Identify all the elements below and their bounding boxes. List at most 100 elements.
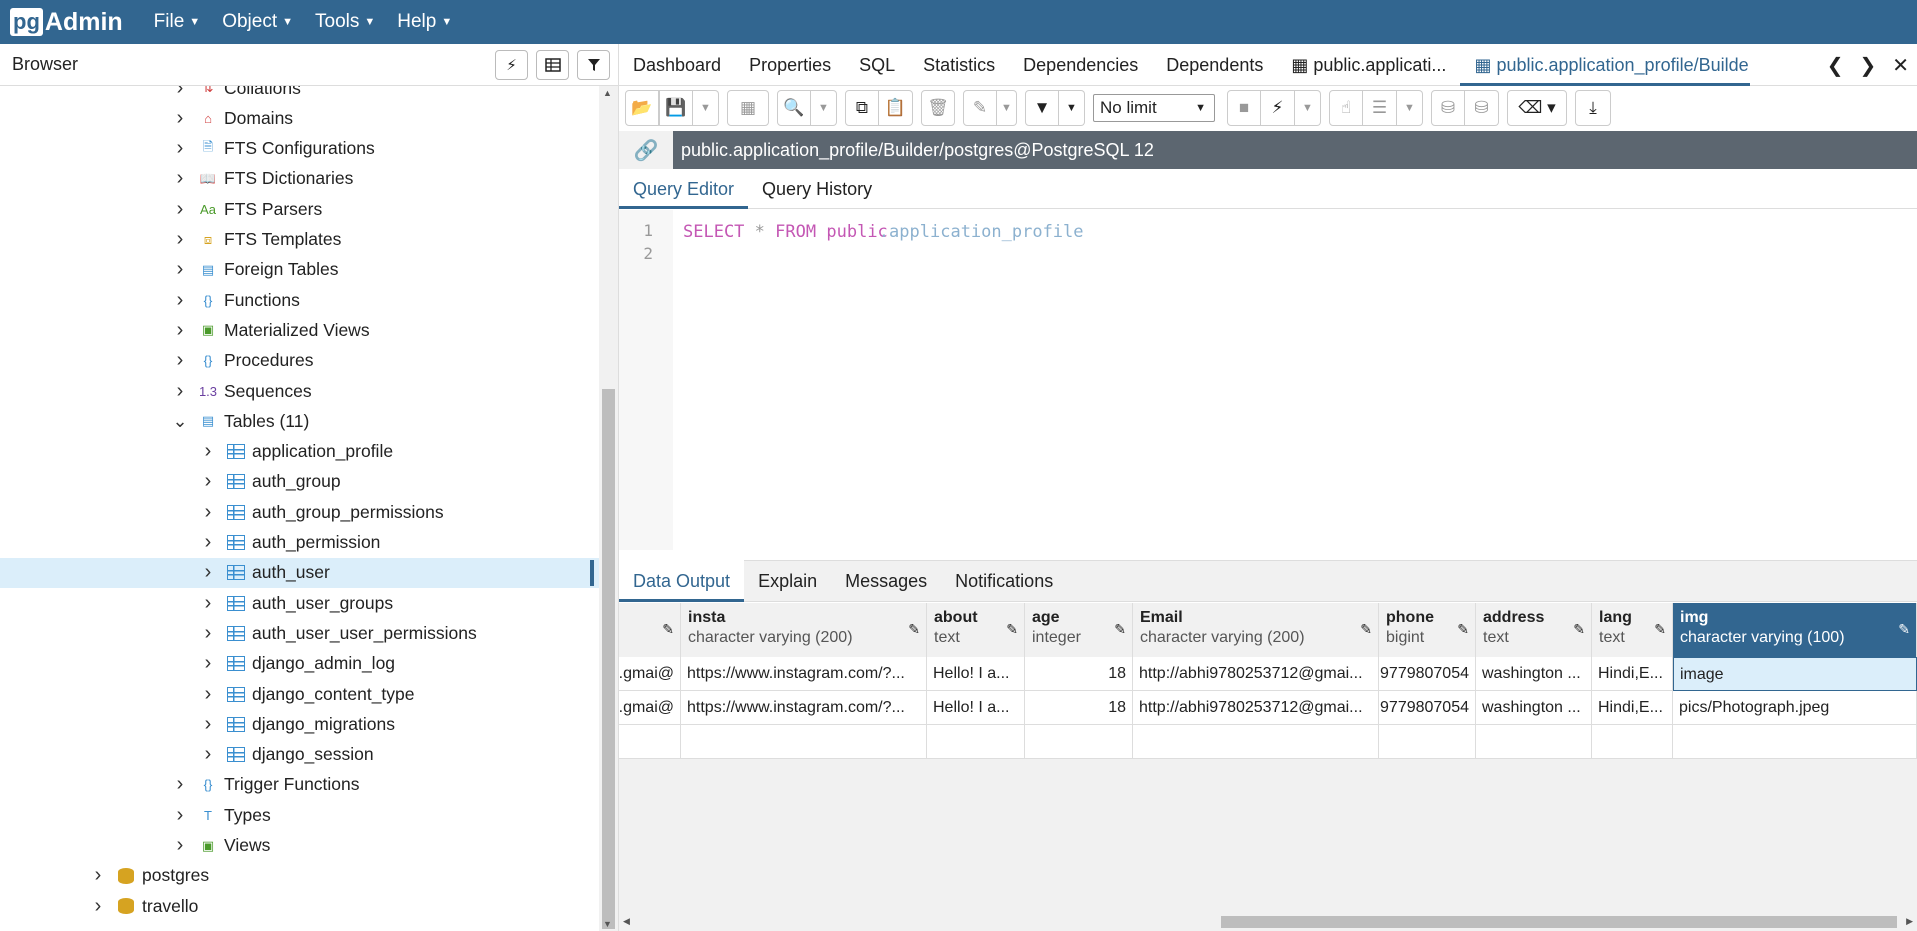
empty-cell[interactable]	[1133, 725, 1379, 759]
output-tab-1[interactable]: Explain	[744, 560, 831, 602]
tab-5[interactable]: Dependents	[1152, 44, 1277, 86]
grid-horizontal-scrollbar[interactable]: ◀ ▶	[619, 913, 1917, 931]
stop-button[interactable]: ■	[1227, 90, 1261, 126]
sql-code-line[interactable]: SELECT * FROM public.application_profile	[683, 222, 1084, 242]
empty-cell[interactable]	[1025, 725, 1133, 759]
tree-node[interactable]: › django_admin_log	[0, 649, 600, 679]
clear-button[interactable]: ⌫ ▾	[1507, 90, 1567, 126]
tree-node[interactable]: › {} Trigger Functions	[0, 770, 600, 800]
tree-node[interactable]: › ▤ Foreign Tables	[0, 255, 600, 285]
scroll-up-arrow[interactable]: ▲	[603, 88, 612, 98]
grid-scroll-thumb[interactable]	[1221, 916, 1897, 928]
tree-node[interactable]: › auth_user_user_permissions	[0, 618, 600, 648]
tree-node[interactable]: › Aa FTS Parsers	[0, 194, 600, 224]
query-tool-button[interactable]: ⚡	[495, 49, 528, 80]
tree-node[interactable]: › ▣ Views	[0, 831, 600, 861]
column-header[interactable]: age integer ✎	[1025, 603, 1133, 657]
table-cell[interactable]: Hello! I a...	[927, 657, 1025, 691]
chevron-right-icon[interactable]: ›	[200, 501, 216, 524]
tree-node[interactable]: › django_migrations	[0, 709, 600, 739]
chevron-right-icon[interactable]: ›	[200, 622, 216, 645]
chevron-right-icon[interactable]: ›	[172, 167, 188, 190]
empty-cell[interactable]	[619, 725, 681, 759]
tab-0[interactable]: Dashboard	[619, 44, 735, 86]
tree-scrollbar[interactable]: ▲ ▼	[599, 86, 618, 931]
connection-status-icon[interactable]: 🔗	[619, 131, 673, 169]
table-cell[interactable]: Hello! I a...	[927, 691, 1025, 725]
table-cell[interactable]: 18	[1025, 657, 1133, 691]
table-cell[interactable]: Hindi,E...	[1592, 691, 1673, 725]
chevron-right-icon[interactable]: ›	[172, 137, 188, 160]
chevron-right-icon[interactable]: ›	[172, 380, 188, 403]
chevron-right-icon[interactable]: ›	[200, 713, 216, 736]
chevron-right-icon[interactable]: ›	[172, 107, 188, 130]
filter-dropdown-button[interactable]: ▼	[1059, 90, 1085, 126]
chevron-right-icon[interactable]: ›	[172, 258, 188, 281]
tab-3[interactable]: Statistics	[909, 44, 1009, 86]
chevron-right-icon[interactable]: ›	[172, 228, 188, 251]
column-header[interactable]: Email character varying (200) ✎	[1133, 603, 1379, 657]
chevron-down-icon[interactable]: ⌄	[172, 411, 188, 432]
delete-button[interactable]: 🗑	[921, 90, 955, 126]
chevron-right-icon[interactable]: ›	[200, 592, 216, 615]
chevron-right-icon[interactable]: ❯	[1859, 53, 1876, 78]
column-header[interactable]: phone bigint ✎	[1379, 603, 1476, 657]
tree-node[interactable]: › ⌂ Domains	[0, 103, 600, 133]
scroll-left-arrow[interactable]: ◀	[623, 916, 630, 927]
table-cell[interactable]: http://abhi9780253712@gmai...	[1133, 691, 1379, 725]
tree-node[interactable]: › ⧈ FTS Templates	[0, 225, 600, 255]
tab-6[interactable]: ▦ public.applicati...	[1277, 44, 1460, 86]
tree-node[interactable]: › django_session	[0, 740, 600, 770]
tree-node[interactable]: › auth_permission	[0, 528, 600, 558]
execute-button[interactable]: ⚡	[1261, 90, 1295, 126]
chevron-right-icon[interactable]: ›	[172, 804, 188, 827]
view-data-button[interactable]	[536, 49, 569, 80]
column-header[interactable]: about text ✎	[927, 603, 1025, 657]
tree-node[interactable]: › auth_group	[0, 467, 600, 497]
chevron-right-icon[interactable]: ›	[172, 198, 188, 221]
rollback-button[interactable]: ⛁	[1465, 90, 1499, 126]
chevron-right-icon[interactable]: ›	[200, 743, 216, 766]
table-cell[interactable]: http://abhi9780253712@gmai...	[1133, 657, 1379, 691]
chevron-right-icon[interactable]: ›	[200, 470, 216, 493]
edit-dropdown-button[interactable]: ▼	[997, 90, 1017, 126]
chevron-left-icon[interactable]: ❮	[1827, 53, 1844, 78]
table-cell[interactable]: @gmai...	[619, 657, 681, 691]
tab-4[interactable]: Dependencies	[1009, 44, 1152, 86]
chevron-right-icon[interactable]: ›	[172, 319, 188, 342]
column-header[interactable]: lang text ✎	[1592, 603, 1673, 657]
table-cell[interactable]: https://www.instagram.com/?...	[681, 691, 927, 725]
output-tab-0[interactable]: Data Output	[619, 560, 745, 602]
edit-button[interactable]: ✎	[963, 90, 997, 126]
tab-2[interactable]: SQL	[845, 44, 909, 86]
column-header[interactable]: ✎	[619, 603, 681, 657]
tree-node[interactable]: › 🗎 FTS Configurations	[0, 134, 600, 164]
find-button[interactable]: 🔍	[777, 90, 811, 126]
tree-node[interactable]: › {} Functions	[0, 285, 600, 315]
open-file-button[interactable]: 📂	[625, 90, 659, 126]
filter-rows-button[interactable]	[577, 49, 610, 80]
chevron-right-icon[interactable]: ›	[90, 895, 106, 918]
column-header[interactable]: img character varying (100) ✎	[1673, 603, 1917, 657]
table-cell[interactable]: Hindi,E...	[1592, 657, 1673, 691]
tree-node[interactable]: › auth_user	[0, 557, 600, 588]
save-button[interactable]: 💾	[659, 90, 693, 126]
empty-cell[interactable]	[681, 725, 927, 759]
explain-dropdown-button[interactable]: ▼	[1397, 90, 1423, 126]
filter-button[interactable]: ▼	[1025, 90, 1059, 126]
find-dropdown-button[interactable]: ▼	[811, 90, 837, 126]
tree-node[interactable]: › auth_group_permissions	[0, 497, 600, 527]
tree-node[interactable]: › postgres	[0, 861, 600, 891]
table-cell[interactable]: 9779807054	[1379, 691, 1476, 725]
tree-node[interactable]: › auth_user_groups	[0, 588, 600, 618]
chevron-right-icon[interactable]: ›	[200, 440, 216, 463]
paste-button[interactable]: 📋	[879, 90, 913, 126]
commit-button[interactable]: ⛁	[1431, 90, 1465, 126]
empty-cell[interactable]	[1673, 725, 1917, 759]
explain-button[interactable]: ☝	[1329, 90, 1363, 126]
scroll-right-arrow[interactable]: ▶	[1906, 916, 1913, 927]
chevron-right-icon[interactable]: ›	[172, 289, 188, 312]
table-cell[interactable]: 18	[1025, 691, 1133, 725]
empty-cell[interactable]	[1379, 725, 1476, 759]
menu-object[interactable]: Object ▼	[222, 11, 293, 33]
